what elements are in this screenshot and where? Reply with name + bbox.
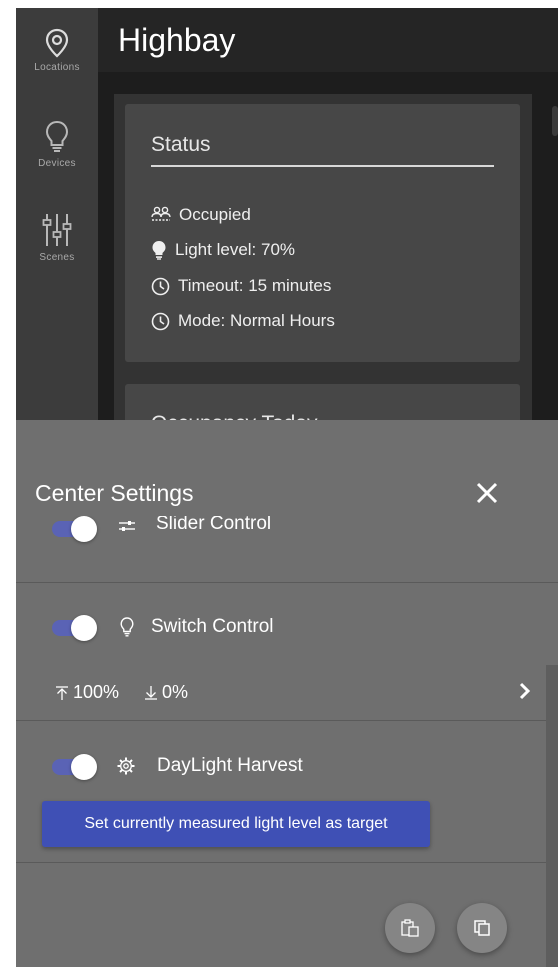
status-occupancy: Occupied [151,203,251,227]
switch-control-label: Switch Control [151,616,274,637]
clock-icon [151,277,170,295]
daylight-harvest-label: DayLight Harvest [157,755,303,776]
location-pin-icon [45,28,69,58]
switch-control-toggle[interactable] [52,615,98,641]
gear-icon [117,757,135,775]
slider-control-row: Slider Control [16,516,558,556]
toggle-knob [71,754,97,780]
toggle-knob [71,615,97,641]
sheet-title: Center Settings [35,480,194,506]
status-light-level-text: Light level: 70% [175,240,296,259]
main-content: Status Occupied Light level: 70% Timeout… [98,72,558,464]
bulb-filled-icon [152,241,166,260]
status-card: Status Occupied Light level: 70% Timeout… [125,104,520,362]
slider-control-icon [119,521,135,531]
switch-control-row: Switch Control [16,613,558,643]
daylight-harvest-toggle[interactable] [52,754,98,780]
low-limit-value: 0% [162,682,189,702]
section-divider [16,582,558,583]
header: Highbay [98,8,558,72]
sidebar: Locations Devices Scenes [16,8,98,428]
arrow-up-bar-icon [56,685,68,700]
paste-settings-button[interactable] [385,903,435,953]
daylight-harvest-row: DayLight Harvest [16,752,558,782]
sidebar-item-devices[interactable]: Devices [16,120,98,169]
status-occupancy-text: Occupied [179,205,251,224]
status-light-level: Light level: 70% [151,238,295,262]
status-card-title: Status [151,133,211,156]
section-divider [16,720,558,721]
high-limit: 100% [54,682,119,703]
status-mode: Mode: Normal Hours [151,309,335,333]
copy-settings-button[interactable] [457,903,507,953]
sidebar-item-locations[interactable]: Locations [16,28,98,73]
status-timeout-text: Timeout: 15 minutes [178,276,332,295]
app-window: Locations Devices Scenes Highbay Status … [16,8,558,967]
high-limit-value: 100% [73,682,120,702]
center-settings-sheet: Center Settings Slider Control Switch Co… [16,420,558,967]
arrow-down-bar-icon [145,685,158,700]
set-target-button[interactable]: Set currently measured light level as ta… [42,801,430,847]
copy-icon [474,920,490,936]
status-timeout: Timeout: 15 minutes [151,274,331,298]
close-icon[interactable] [472,478,502,508]
toggle-knob [71,516,97,542]
people-icon [151,206,171,221]
sidebar-item-scenes[interactable]: Scenes [16,212,98,263]
slider-control-label: Slider Control [156,516,272,534]
clipboard-paste-icon [401,919,419,937]
page-title: Highbay [118,22,236,58]
chevron-right-icon[interactable] [516,679,534,703]
status-card-divider [151,165,494,167]
sidebar-item-label: Locations [34,62,80,73]
sheet-scrollbar[interactable] [546,665,558,967]
status-mode-text: Mode: Normal Hours [178,311,335,330]
sidebar-item-label: Scenes [39,252,75,263]
switch-limits: 100% 0% [54,682,212,703]
lightbulb-icon [45,120,69,152]
sliders-icon [42,214,72,246]
lightbulb-outline-icon [120,617,134,637]
main-scrollbar[interactable] [552,106,558,136]
slider-control-toggle[interactable] [52,516,98,542]
sidebar-item-label: Devices [38,158,76,169]
low-limit: 0% [143,682,188,703]
clock-icon [151,312,170,330]
section-divider [16,862,558,863]
